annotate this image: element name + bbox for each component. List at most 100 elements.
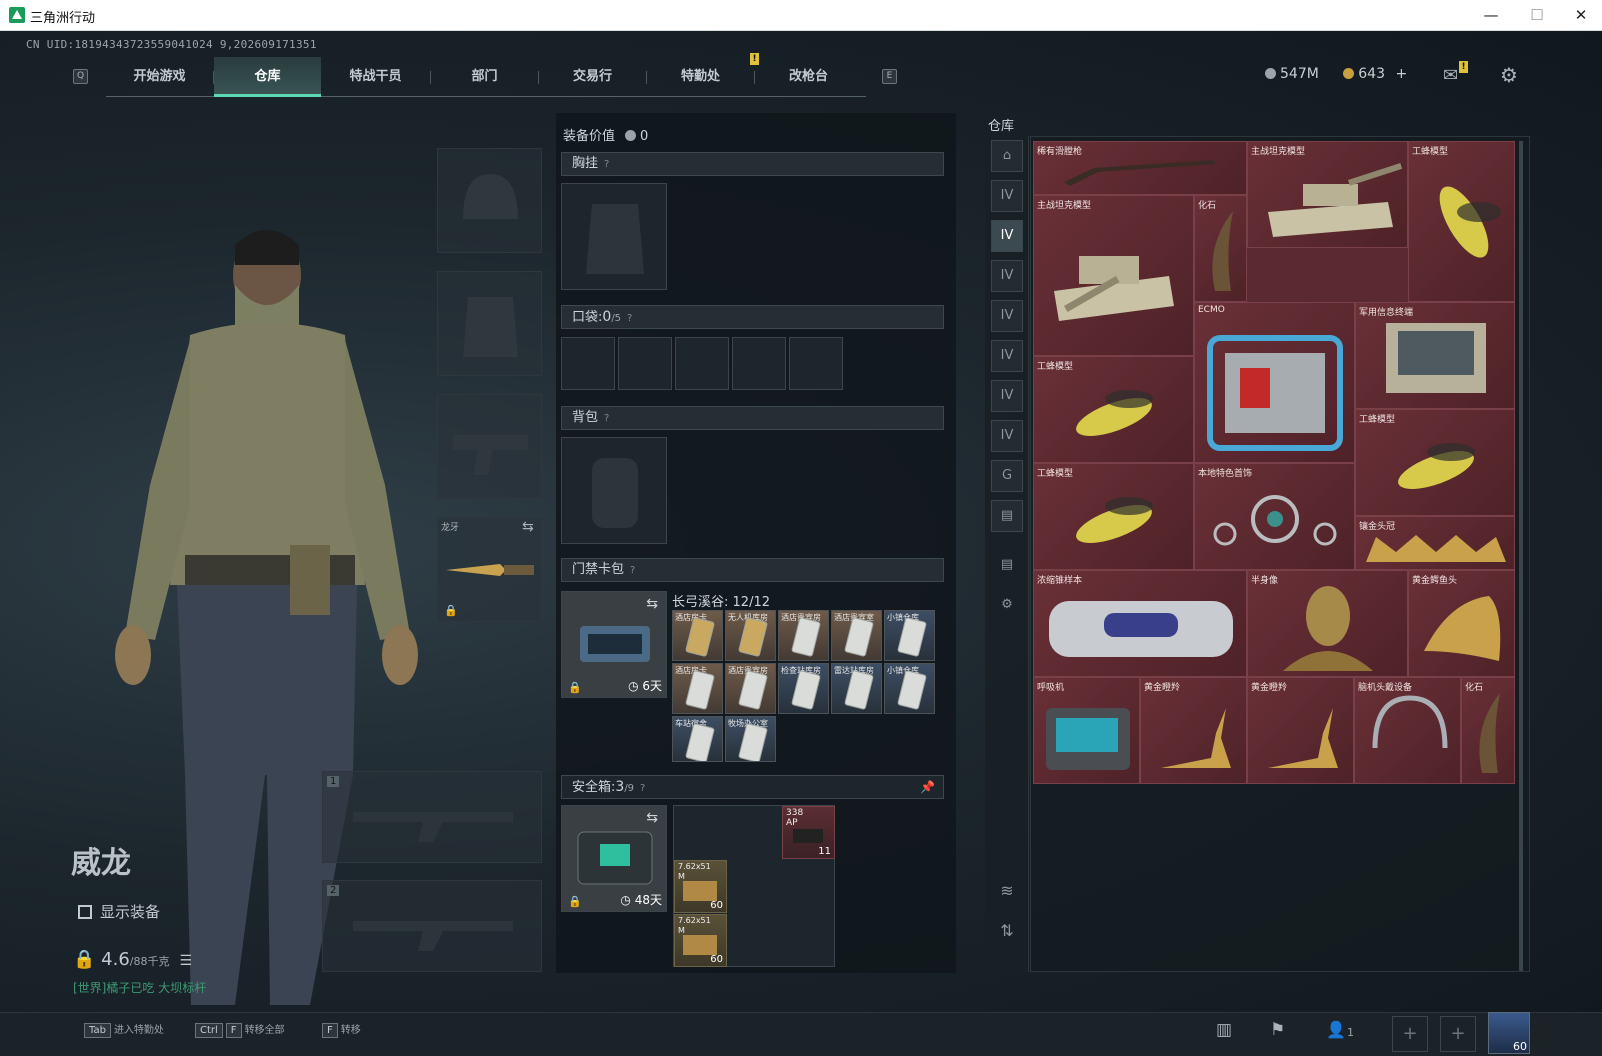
warehouse-item[interactable]: 半身像 — [1247, 570, 1408, 677]
help-icon[interactable]: ? — [604, 159, 609, 170]
warehouse-page-tab[interactable]: IV — [991, 420, 1023, 452]
warehouse-item[interactable]: 脑机头戴设备 — [1354, 677, 1461, 784]
nav-key-e[interactable]: E — [882, 69, 897, 84]
keycard-item[interactable]: 检查站库房 — [778, 663, 829, 714]
pocket-slot[interactable] — [675, 337, 729, 390]
player-avatar[interactable]: 60 — [1488, 1012, 1530, 1054]
pocket-slot[interactable] — [618, 337, 672, 390]
keycard-item[interactable]: 无人机库房 — [725, 610, 776, 661]
warehouse-item[interactable]: 工蜂模型 — [1355, 409, 1515, 516]
hint-transfer[interactable]: F 转移 — [322, 1021, 361, 1038]
nav-key-q[interactable]: Q — [73, 69, 88, 84]
safebox-slot[interactable]: ⇆ 🔒 ◷ 48天 — [561, 805, 667, 912]
helmet-slot[interactable] — [437, 148, 542, 253]
backpack-slot[interactable] — [561, 437, 667, 544]
warehouse-item[interactable]: 主战坦克模型 — [1033, 195, 1194, 356]
primary-weapon-slot[interactable]: 1 — [322, 771, 542, 863]
warehouse-item[interactable]: 化石 — [1194, 195, 1247, 302]
warehouse-item[interactable]: 化石 — [1461, 677, 1515, 784]
warehouse-item[interactable]: 呼吸机 — [1033, 677, 1140, 784]
melee-slot[interactable]: 龙牙 ⇆ 🔒 — [437, 517, 542, 622]
warehouse-all-tab[interactable]: ⌂ — [991, 140, 1023, 172]
warehouse-page-tab[interactable]: IV — [991, 180, 1023, 212]
friends-icon[interactable]: 👤 — [1326, 1020, 1346, 1039]
warehouse-page-tab[interactable]: IV — [991, 260, 1023, 292]
warehouse-item[interactable]: 黄金瞪羚 — [1140, 677, 1247, 784]
keycard-item[interactable]: 酒店房卡 — [672, 663, 723, 714]
hint-enter-special-ops[interactable]: Tab 进入特勤处 — [84, 1021, 164, 1038]
warehouse-item[interactable]: 本地特色首饰 — [1194, 463, 1355, 570]
warehouse-settings-icon[interactable]: ⚙ — [991, 590, 1023, 622]
sort-icon[interactable]: ⇅ — [991, 916, 1023, 948]
swap-icon[interactable]: ⇆ — [646, 596, 658, 612]
warehouse-item[interactable]: 工蜂模型 — [1033, 463, 1194, 570]
help-icon[interactable]: ? — [640, 783, 645, 794]
keycard-item[interactable]: 牧场办公室 — [725, 716, 776, 762]
warehouse-page-tab[interactable]: IV — [991, 220, 1023, 252]
help-icon[interactable]: ? — [604, 413, 609, 424]
pocket-slot[interactable] — [732, 337, 786, 390]
armor-slot[interactable] — [437, 271, 542, 376]
tab-special-ops[interactable]: 特勤处 — [647, 57, 754, 97]
close-button[interactable]: ✕ — [1563, 4, 1599, 26]
tab-gunsmith[interactable]: 改枪台 — [755, 57, 862, 97]
add-squad-slot-button[interactable]: + — [1440, 1016, 1476, 1052]
tab-warehouse[interactable]: 仓库 — [214, 57, 321, 97]
warehouse-item[interactable]: 稀有滑膛枪 — [1033, 141, 1247, 195]
warehouse-item[interactable]: 黄金鳄鱼头 — [1408, 570, 1515, 677]
help-icon[interactable]: ? — [630, 565, 635, 576]
warehouse-scrollbar[interactable] — [1519, 141, 1523, 971]
keycard-item[interactable]: 小镇仓库 — [884, 610, 935, 661]
swap-icon[interactable]: ⇆ — [646, 810, 658, 826]
warehouse-item[interactable]: 军用信息终端 — [1355, 302, 1515, 409]
keycard-item[interactable]: 酒店房卡 — [672, 610, 723, 661]
warehouse-page-tab[interactable]: IV — [991, 340, 1023, 372]
warehouse-page-tab[interactable]: G — [991, 460, 1023, 492]
show-equipment-toggle[interactable]: 显示装备 — [78, 901, 160, 922]
safebox-item[interactable]: 338 AP 11 — [782, 806, 835, 859]
warehouse-item[interactable]: 浓缩锥样本 — [1033, 570, 1247, 677]
flag-icon[interactable]: ⚑ — [1270, 1020, 1285, 1040]
chest-rig-slot[interactable] — [561, 183, 667, 290]
add-currency-button[interactable]: + — [1395, 66, 1407, 82]
help-icon[interactable]: ? — [627, 313, 632, 324]
maximize-button[interactable]: ☐ — [1519, 4, 1555, 26]
warehouse-item[interactable]: 工蜂模型 — [1408, 141, 1515, 302]
stats-icon[interactable]: ▥ — [1216, 1020, 1232, 1040]
keycard-item[interactable]: 小镇仓库 — [884, 663, 935, 714]
safebox-item[interactable]: 7.62x51 M 60 — [674, 914, 727, 967]
minimize-button[interactable]: — — [1473, 4, 1509, 26]
pocket-slot[interactable] — [789, 337, 843, 390]
warehouse-page-tab[interactable]: IV — [991, 380, 1023, 412]
tab-department[interactable]: 部门 — [431, 57, 538, 97]
swap-icon[interactable]: ⇆ — [522, 519, 534, 535]
tab-trading[interactable]: 交易行 — [539, 57, 646, 97]
keycard-item[interactable]: 雷达站库房 — [831, 663, 882, 714]
tab-start-game[interactable]: 开始游戏 — [106, 57, 213, 97]
tab-operators[interactable]: 特战干员 — [322, 57, 429, 97]
warehouse-page-tab[interactable]: ▤ — [991, 550, 1023, 582]
keycard-item[interactable]: 酒店贵宾房 — [725, 663, 776, 714]
pistol-slot[interactable] — [437, 394, 542, 499]
settings-gear-icon[interactable]: ⚙ — [1500, 63, 1518, 87]
keycard-item[interactable]: 车站宿舍 — [672, 716, 723, 762]
warehouse-item[interactable]: 主战坦克模型 — [1247, 141, 1408, 248]
keycard-item[interactable]: 酒店贵宾房 — [778, 610, 829, 661]
hint-transfer-all[interactable]: Ctrl F 转移全部 — [195, 1021, 285, 1038]
warehouse-item[interactable]: ECMO — [1194, 302, 1355, 463]
warehouse-page-tab[interactable]: ▤ — [991, 500, 1023, 532]
warehouse-item[interactable]: 镶金头冠 — [1355, 516, 1515, 570]
safebox-item[interactable]: 7.62x51 M 60 — [674, 860, 727, 913]
keycard-item[interactable]: 酒店贵宾室 — [831, 610, 882, 661]
pin-icon[interactable]: 📌 — [920, 776, 935, 798]
warehouse-page-tab[interactable]: IV — [991, 300, 1023, 332]
pocket-slot[interactable] — [561, 337, 615, 390]
layers-icon[interactable]: ≋ — [991, 876, 1023, 908]
add-squad-slot-button[interactable]: + — [1392, 1016, 1428, 1052]
keycard-bag-slot[interactable]: ⇆ 🔒 ◷ 6天 — [561, 591, 667, 698]
warehouse-item[interactable]: 工蜂模型 — [1033, 356, 1194, 463]
secondary-weapon-slot[interactable]: 2 — [322, 880, 542, 972]
warehouse-item[interactable]: 黄金瞪羚 — [1247, 677, 1354, 784]
mail-icon[interactable]: ✉ — [1443, 65, 1458, 86]
checkbox[interactable] — [78, 905, 92, 919]
